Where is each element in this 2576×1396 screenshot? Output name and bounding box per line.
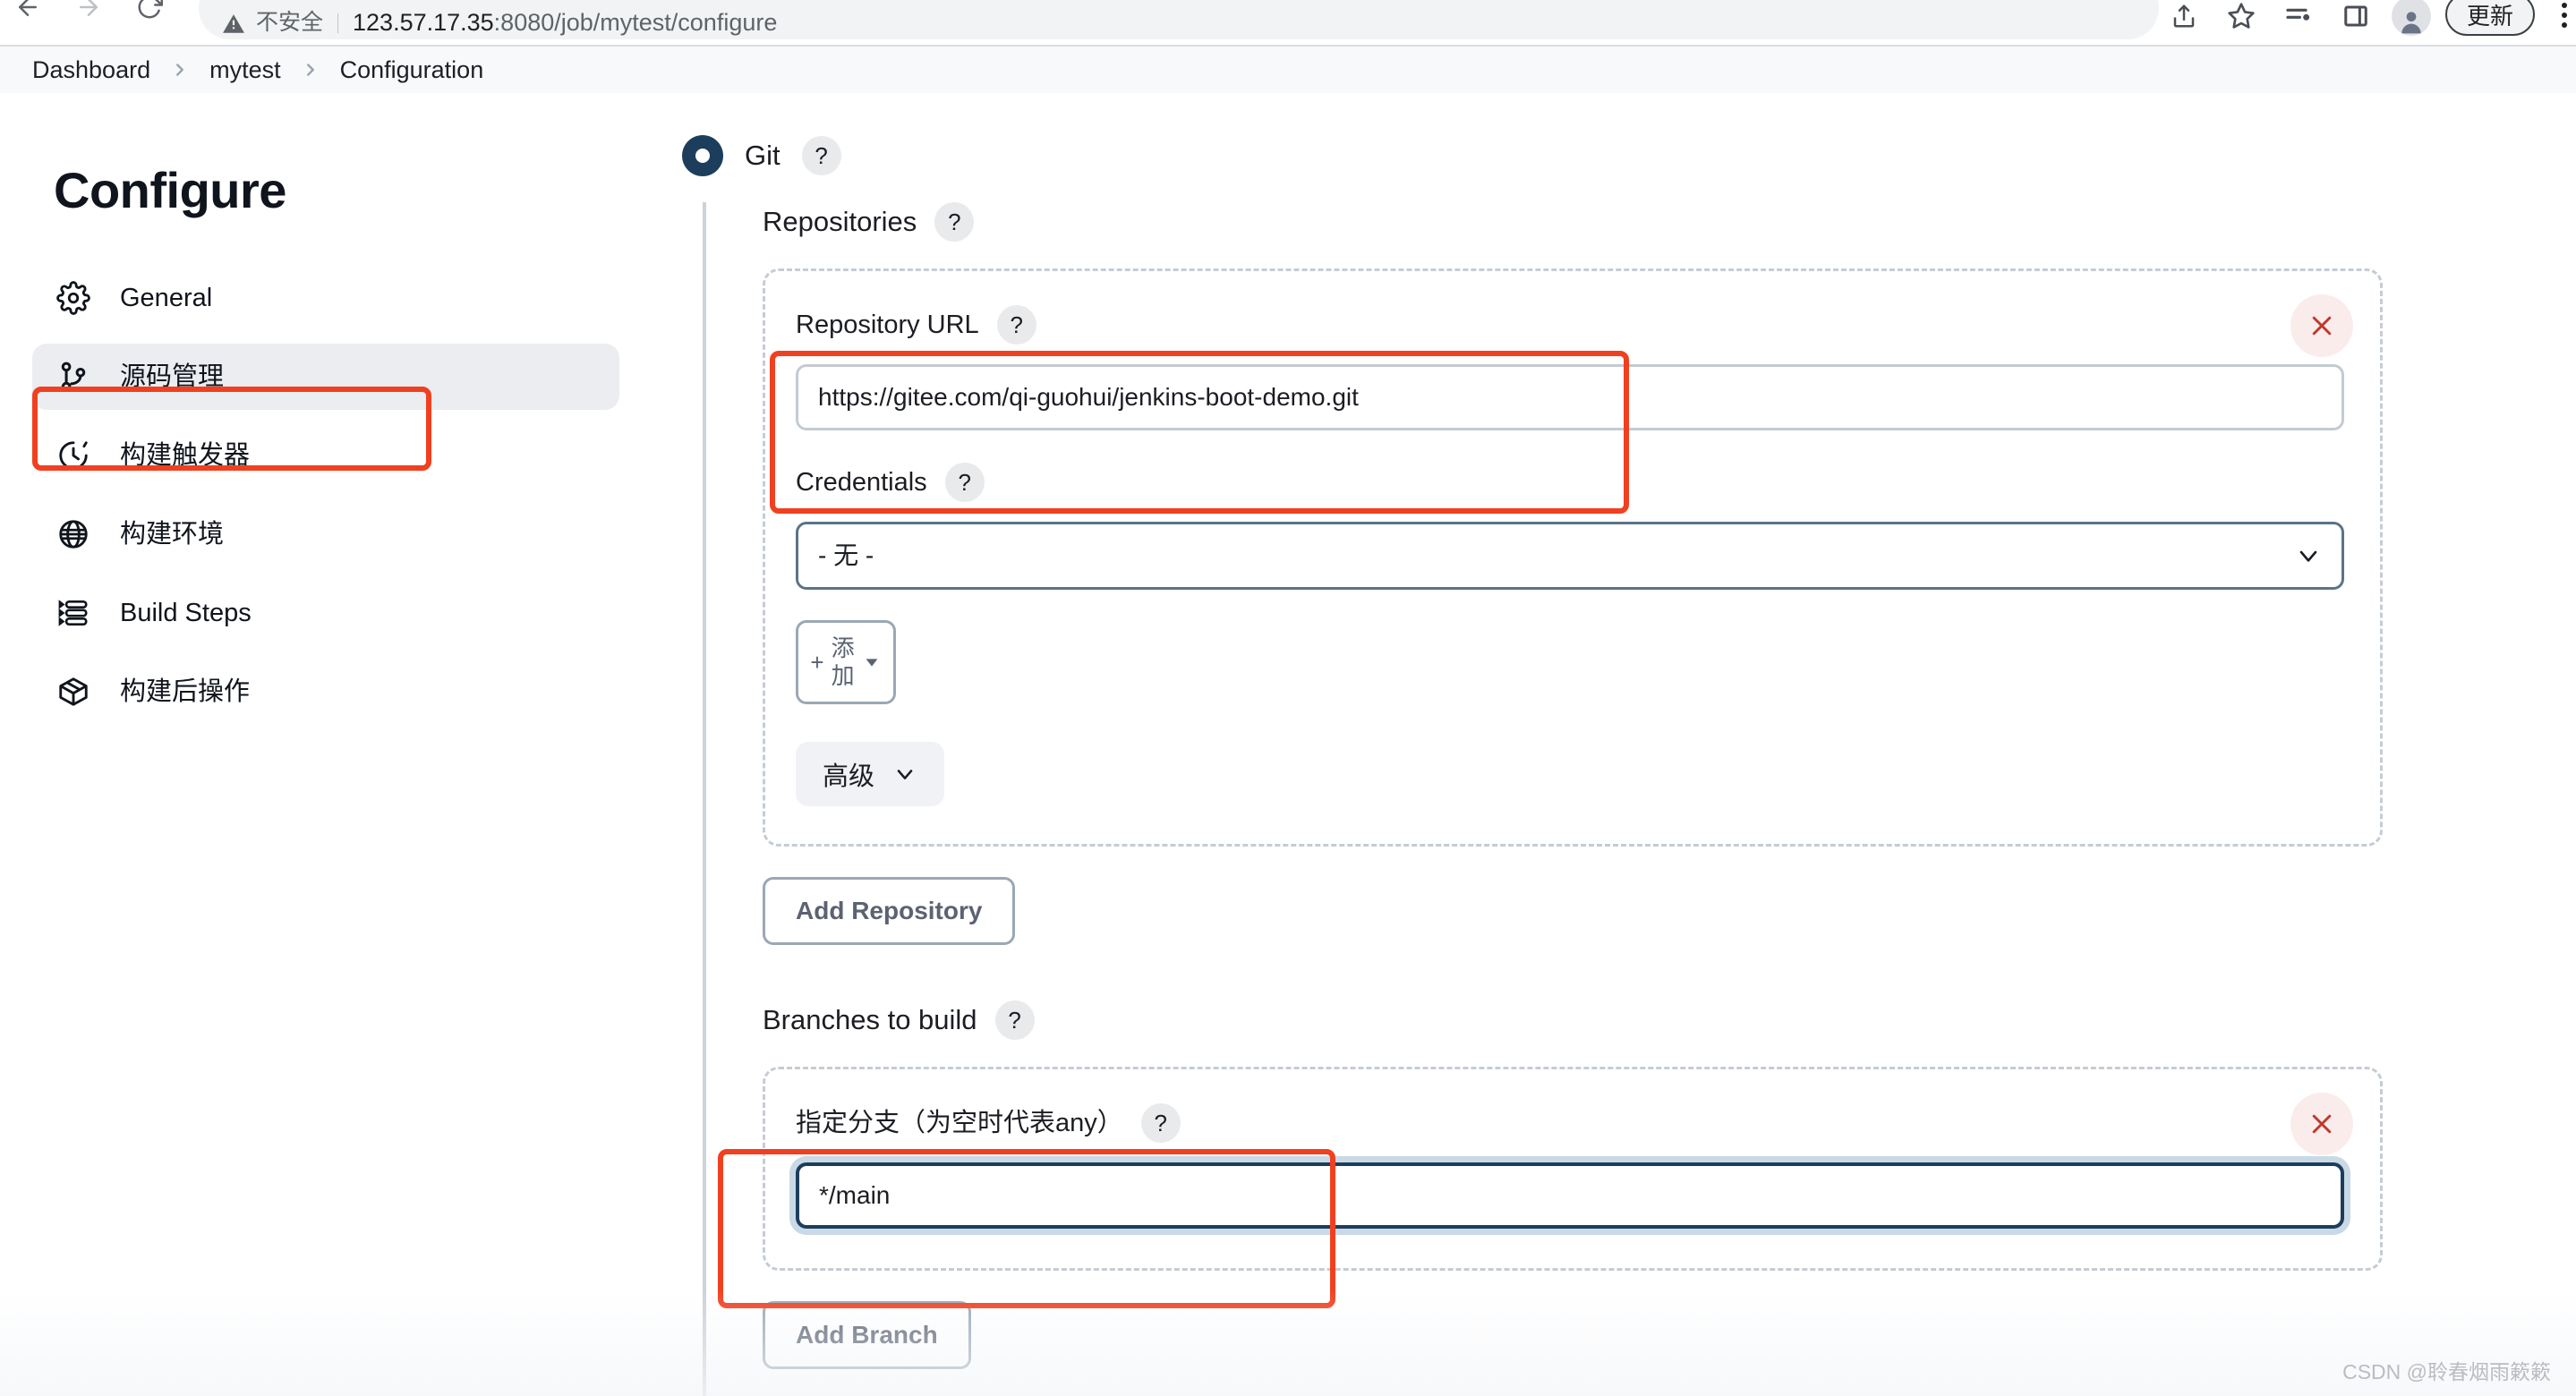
scm-git-body: Repositories ? Repository URL ? Credenti… (703, 202, 2576, 1396)
credentials-label: Credentials (796, 468, 927, 497)
scm-form: Git ? Repositories ? Repository URL ? ht… (662, 93, 2576, 1396)
branches-label-row: Branches to build ? (763, 1000, 2576, 1040)
branch-entry-card: 指定分支（为空时代表any） ? (763, 1067, 2383, 1271)
help-icon[interactable]: ? (1140, 1103, 1181, 1143)
branch-specifier-label: 指定分支（为空时代表any） (796, 1109, 1123, 1137)
scm-git-option-row[interactable]: Git ? (662, 129, 2576, 183)
sidebar-item-label: 源码管理 (120, 362, 225, 391)
advanced-toggle-button[interactable]: 高级 (796, 742, 945, 806)
help-icon[interactable]: ? (944, 463, 985, 502)
add-branch-button[interactable]: Add Branch (763, 1301, 971, 1369)
breadcrumb-item-configuration[interactable]: Configuration (340, 55, 484, 84)
csdn-watermark: CSDN @聆春烟雨簌簌 (2342, 1360, 2551, 1383)
add-repository-button[interactable]: Add Repository (763, 877, 1016, 945)
screenshot-root: 不安全 123.57.17.35:8080/job/mytest/configu… (0, 0, 2576, 1396)
url-host: 123.57.17.35 (353, 9, 494, 36)
repositories-label-row: Repositories ? (763, 202, 2576, 242)
breadcrumb: Dashboard mytest Configuration (0, 47, 2576, 93)
not-secure-label: 不安全 (256, 10, 324, 35)
sidebar-item-build-environment[interactable]: 构建环境 (32, 501, 619, 567)
profile-avatar-icon[interactable] (2392, 0, 2431, 36)
url-path: :8080/job/mytest/configure (493, 9, 778, 36)
sidebar-nav: General 源码管理 构建触发器 构建环境 Build Steps 构建后操… (0, 265, 662, 725)
branch-specifier-input[interactable] (796, 1162, 2344, 1229)
sidebar-item-label: Build Steps (120, 599, 252, 627)
reading-list-icon[interactable] (2273, 0, 2324, 36)
chevron-down-icon (892, 762, 917, 787)
gear-icon (54, 278, 93, 318)
repository-url-label-row: Repository URL ? (796, 305, 2344, 345)
kebab-menu-icon[interactable] (2544, 0, 2576, 36)
chevron-right-icon (301, 60, 320, 80)
advanced-label: 高级 (823, 762, 875, 791)
plus-icon: + (810, 649, 824, 676)
share-icon[interactable] (2159, 0, 2209, 36)
browser-chrome: 不安全 123.57.17.35:8080/job/mytest/configu… (0, 0, 2576, 47)
sidebar-item-label: 构建后操作 (120, 677, 251, 706)
update-button[interactable]: 更新 (2445, 0, 2536, 36)
add-credentials-label: 添加 (831, 634, 855, 689)
page-title: Configure (54, 162, 286, 218)
repository-url-label: Repository URL (796, 311, 979, 339)
radio-selected-icon[interactable] (682, 135, 723, 176)
delete-branch-button[interactable] (2290, 1093, 2353, 1155)
sidebar-item-label: General (120, 284, 213, 312)
credentials-label-row: Credentials ? (796, 463, 2344, 502)
main-content: Configure General 源码管理 构建触发器 构建环境 Build … (0, 93, 2576, 1396)
sidebar-panel-icon[interactable] (2331, 0, 2381, 36)
chevron-right-icon (170, 60, 190, 80)
sidebar-item-general[interactable]: General (32, 265, 619, 331)
branch-specifier-label-row: 指定分支（为空时代表any） ? (796, 1103, 2344, 1143)
back-arrow-icon[interactable] (13, 0, 43, 22)
sidebar-item-label: 构建触发器 (120, 441, 251, 470)
url-text: 123.57.17.35:8080/job/mytest/configure (353, 9, 777, 36)
configure-sidebar: Configure General 源码管理 构建触发器 构建环境 Build … (0, 93, 662, 737)
sidebar-item-source-code-management[interactable]: 源码管理 (32, 344, 619, 410)
sidebar-item-post-build-actions[interactable]: 构建后操作 (32, 659, 619, 725)
repositories-label: Repositories (763, 206, 917, 237)
browser-nav-buttons (13, 0, 165, 27)
help-icon[interactable]: ? (934, 202, 975, 242)
package-icon (54, 672, 93, 711)
sidebar-item-build-steps[interactable]: Build Steps (32, 580, 619, 646)
address-bar[interactable]: 不安全 123.57.17.35:8080/job/mytest/configu… (199, 0, 2159, 39)
credentials-select[interactable]: - 无 - (796, 522, 2344, 590)
breadcrumb-item-dashboard[interactable]: Dashboard (32, 55, 150, 84)
reload-icon[interactable] (134, 0, 165, 22)
git-branch-icon (54, 357, 93, 396)
forward-arrow-icon[interactable] (73, 0, 104, 22)
add-credentials-button[interactable]: + 添加 (796, 620, 896, 704)
browser-toolbar-actions: 更新 (2159, 0, 2576, 39)
bookmark-star-icon[interactable] (2216, 0, 2266, 36)
repository-url-input[interactable] (796, 364, 2344, 430)
repository-entry-card: Repository URL ? Credentials ? - 无 - (763, 268, 2383, 847)
help-icon[interactable]: ? (801, 136, 841, 175)
help-icon[interactable]: ? (996, 305, 1036, 345)
list-steps-icon (54, 593, 93, 633)
branches-to-build-label: Branches to build (763, 1004, 977, 1035)
scm-git-label: Git (745, 140, 780, 171)
caret-down-icon (862, 652, 882, 672)
not-secure-warning-icon (222, 13, 245, 36)
clock-icon (54, 436, 93, 475)
delete-repository-button[interactable] (2290, 294, 2353, 357)
sidebar-item-label: 构建环境 (120, 520, 225, 549)
globe-icon (54, 515, 93, 554)
sidebar-item-build-triggers[interactable]: 构建触发器 (32, 422, 619, 489)
breadcrumb-item-mytest[interactable]: mytest (209, 55, 281, 84)
credentials-select-wrap: - 无 - (796, 522, 2344, 590)
help-icon[interactable]: ? (994, 1000, 1035, 1040)
omnibox-divider (337, 13, 339, 33)
